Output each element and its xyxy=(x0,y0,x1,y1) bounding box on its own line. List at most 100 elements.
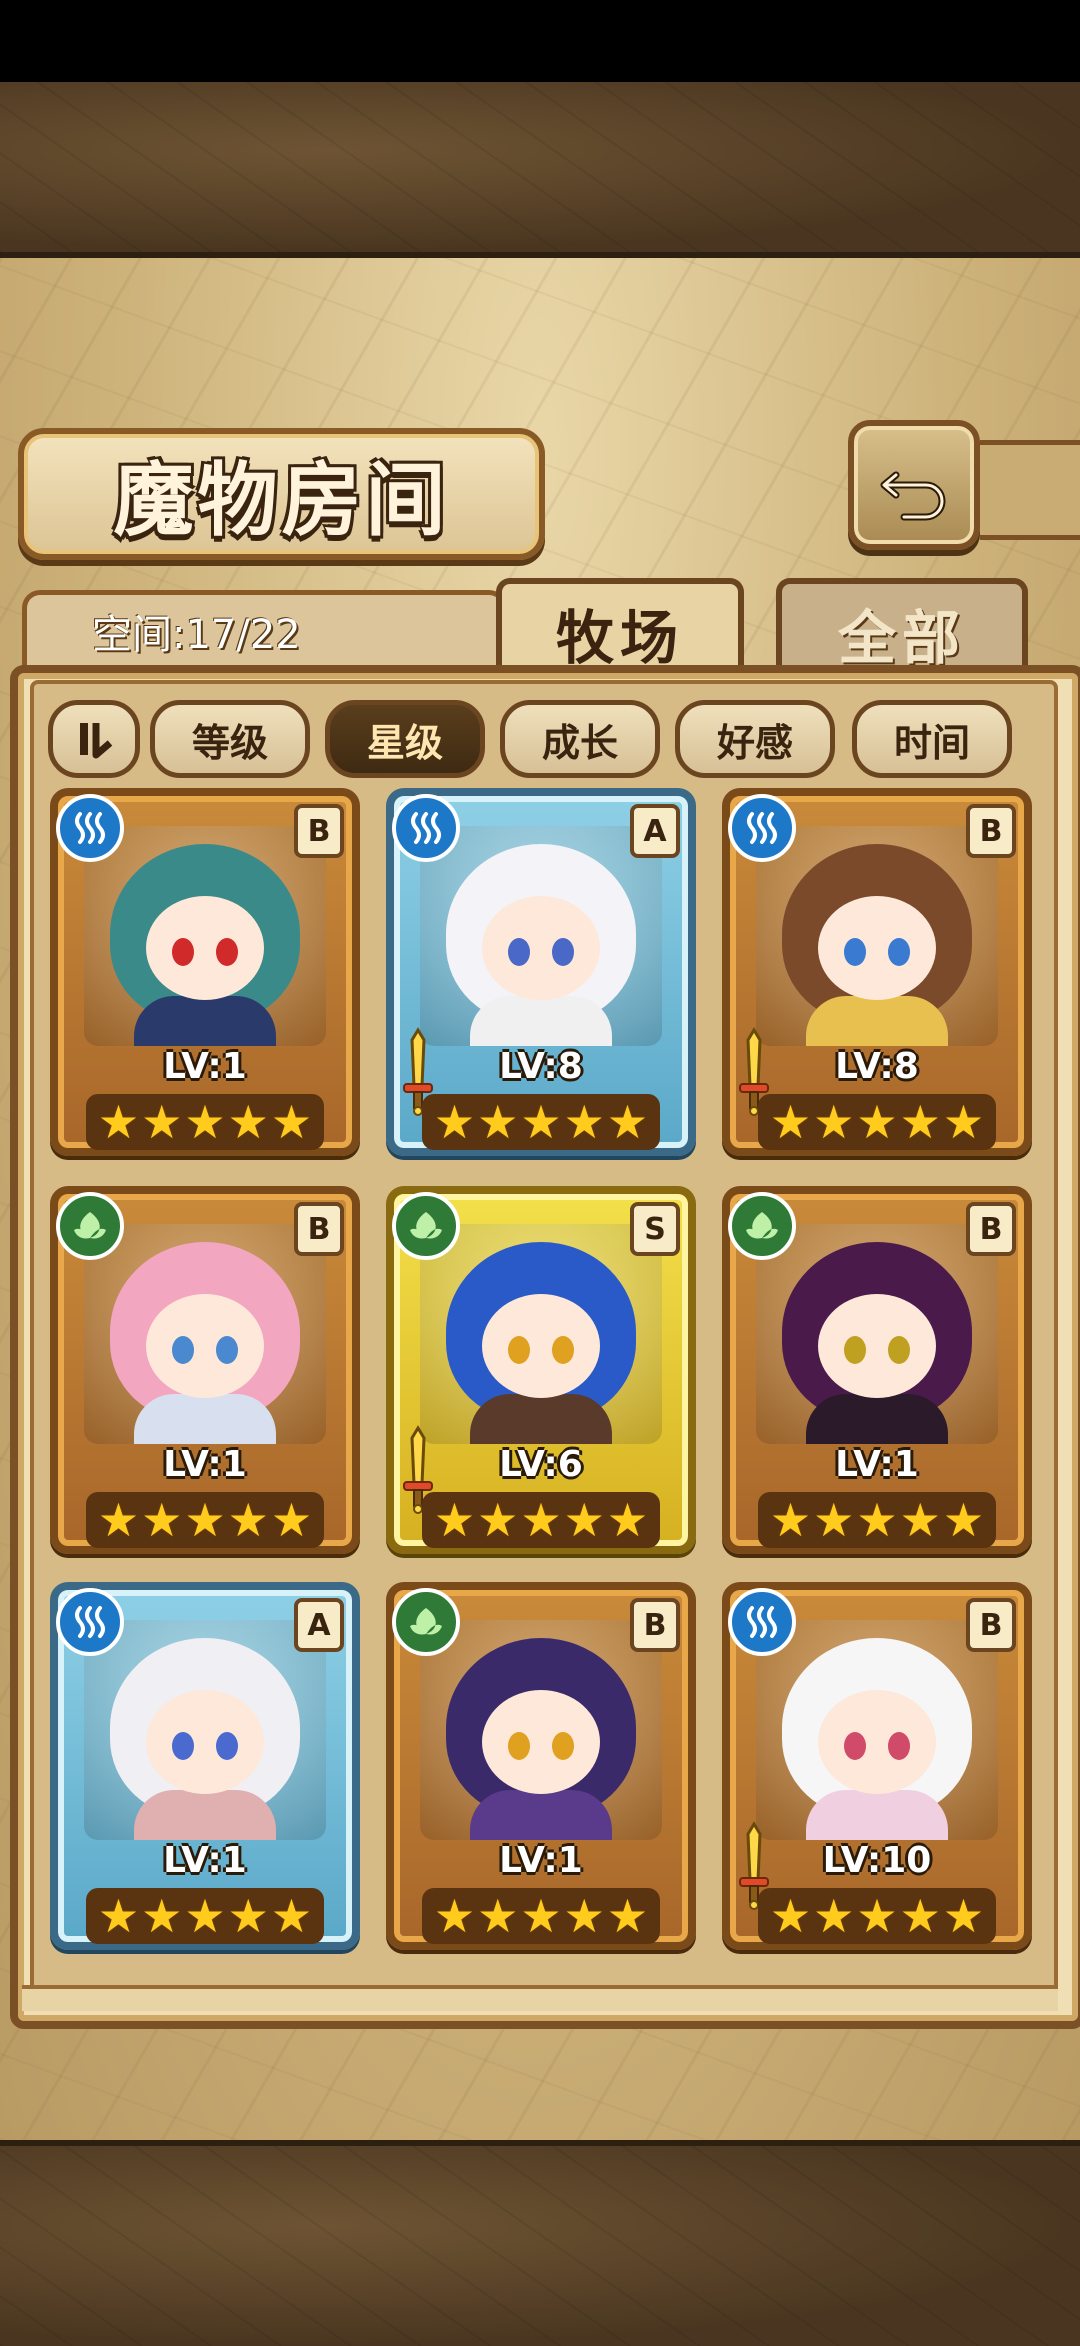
monster-eye xyxy=(844,1732,866,1760)
rarity-badge: B xyxy=(294,804,344,858)
rarity-badge: B xyxy=(966,804,1016,858)
monster-body xyxy=(806,996,948,1046)
star-icon: ★ xyxy=(477,1889,519,1943)
monster-eye xyxy=(216,1732,238,1760)
star-icon: ★ xyxy=(227,1095,269,1149)
monster-eye xyxy=(552,1336,574,1364)
monster-body xyxy=(134,1790,276,1840)
monster-face xyxy=(146,896,264,1000)
monster-eye xyxy=(172,1732,194,1760)
monster-body xyxy=(470,996,612,1046)
water-element-icon xyxy=(392,794,460,862)
monster-card[interactable]: B LV:1 ★ ★ ★ ★ ★ xyxy=(50,1186,360,1554)
monster-level: LV:10 xyxy=(822,1840,932,1881)
rarity-badge: A xyxy=(294,1598,344,1652)
monster-eye xyxy=(552,938,574,966)
monster-eye xyxy=(508,1336,530,1364)
water-element-icon xyxy=(728,794,796,862)
monster-face xyxy=(482,896,600,1000)
monster-portrait xyxy=(420,1224,662,1444)
monster-level: LV:1 xyxy=(835,1444,919,1485)
sort-level-button[interactable]: 等级 xyxy=(150,700,310,778)
sort-time-button[interactable]: 时间 xyxy=(852,700,1012,778)
star-icon: ★ xyxy=(270,1095,313,1149)
monster-card[interactable]: B LV:1 ★ ★ ★ ★ ★ xyxy=(722,1186,1032,1554)
monster-portrait xyxy=(756,1224,998,1444)
monster-card[interactable]: B LV:10 ★ ★ ★ ★ ★ xyxy=(722,1582,1032,1950)
monster-card[interactable]: S LV:6 ★ ★ ★ ★ ★ xyxy=(386,1186,696,1554)
monster-card[interactable]: B LV:1 ★ ★ ★ ★ ★ xyxy=(50,788,360,1156)
star-icon: ★ xyxy=(141,1493,183,1547)
sort-star-button[interactable]: 星级 xyxy=(325,700,485,778)
star-icon: ★ xyxy=(606,1095,649,1149)
sort-affinity-button[interactable]: 好感 xyxy=(675,700,835,778)
star-icon: ★ xyxy=(942,1889,985,1943)
monster-level: LV:6 xyxy=(499,1444,583,1485)
monster-face xyxy=(818,1294,936,1398)
monster-level: LV:1 xyxy=(163,1444,247,1485)
star-icon: ★ xyxy=(97,1889,140,1943)
sort-growth-button[interactable]: 成长 xyxy=(500,700,660,778)
monster-body xyxy=(806,1394,948,1444)
monster-face xyxy=(146,1294,264,1398)
back-arrow-icon xyxy=(880,471,946,521)
star-rating: ★ ★ ★ ★ ★ xyxy=(86,1094,324,1150)
rarity-badge: B xyxy=(294,1202,344,1256)
star-icon: ★ xyxy=(563,1889,605,1943)
monster-card[interactable]: B LV:8 ★ ★ ★ ★ ★ xyxy=(722,788,1032,1156)
monster-eye xyxy=(844,938,866,966)
sort-level-label: 等级 xyxy=(191,720,268,765)
star-icon: ★ xyxy=(477,1095,519,1149)
star-icon: ★ xyxy=(813,1095,855,1149)
star-icon: ★ xyxy=(520,1889,562,1943)
monster-eye xyxy=(508,1732,530,1760)
monster-eye xyxy=(216,938,238,966)
rarity-badge: B xyxy=(630,1598,680,1652)
map-background-bottom xyxy=(0,2140,1080,2346)
star-rating: ★ ★ ★ ★ ★ xyxy=(422,1492,660,1548)
star-icon: ★ xyxy=(813,1493,855,1547)
monster-level: LV:8 xyxy=(835,1046,919,1087)
monster-portrait xyxy=(84,1620,326,1840)
tab-all-label: 全部 xyxy=(837,604,966,672)
monster-eye xyxy=(888,1336,910,1364)
sort-affinity-label: 好感 xyxy=(716,720,793,765)
star-icon: ★ xyxy=(184,1095,226,1149)
monster-eye xyxy=(172,1336,194,1364)
monster-eye xyxy=(888,1732,910,1760)
star-rating: ★ ★ ★ ★ ★ xyxy=(758,1888,996,1944)
monster-face xyxy=(818,896,936,1000)
star-icon: ★ xyxy=(184,1889,226,1943)
monster-card[interactable]: A LV:1 ★ ★ ★ ★ ★ xyxy=(50,1582,360,1950)
sort-order-icon xyxy=(80,723,113,759)
monster-eye xyxy=(844,1336,866,1364)
monster-card[interactable]: B LV:1 ★ ★ ★ ★ ★ xyxy=(386,1582,696,1950)
sort-order-toggle[interactable] xyxy=(48,700,140,778)
star-icon: ★ xyxy=(813,1889,855,1943)
monster-body xyxy=(134,996,276,1046)
star-icon: ★ xyxy=(141,1095,183,1149)
monster-level: LV:1 xyxy=(163,1046,247,1087)
rarity-badge: A xyxy=(630,804,680,858)
rarity-badge: B xyxy=(966,1202,1016,1256)
star-icon: ★ xyxy=(856,1095,898,1149)
title-banner: 魔物房间 xyxy=(18,428,545,560)
monster-face xyxy=(146,1690,264,1794)
sort-time-label: 时间 xyxy=(893,720,970,765)
water-element-icon xyxy=(56,1588,124,1656)
star-icon: ★ xyxy=(563,1493,605,1547)
star-icon: ★ xyxy=(856,1493,898,1547)
grass-element-icon xyxy=(392,1192,460,1260)
star-icon: ★ xyxy=(606,1493,649,1547)
back-button[interactable] xyxy=(848,420,980,550)
monster-eye xyxy=(888,938,910,966)
star-icon: ★ xyxy=(769,1095,812,1149)
monster-portrait xyxy=(84,826,326,1046)
monster-card[interactable]: A LV:8 ★ ★ ★ ★ ★ xyxy=(386,788,696,1156)
star-icon: ★ xyxy=(270,1493,313,1547)
star-icon: ★ xyxy=(942,1095,985,1149)
star-icon: ★ xyxy=(899,1493,941,1547)
rarity-badge: S xyxy=(630,1202,680,1256)
grass-element-icon xyxy=(392,1588,460,1656)
grass-element-icon xyxy=(56,1192,124,1260)
